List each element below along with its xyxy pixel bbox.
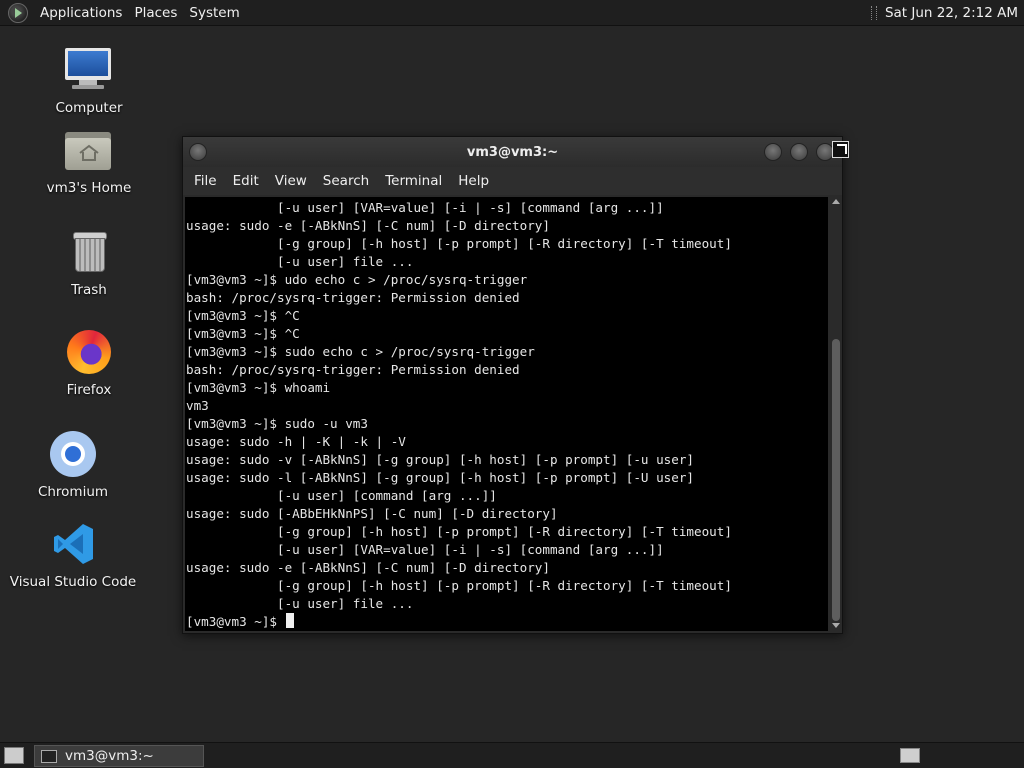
terminal-line: [vm3@vm3 ~]$ sudo echo c > /proc/sysrq-t… [186, 344, 535, 359]
terminal-line: [-u user] [VAR=value] [-i | -s] [command… [186, 542, 664, 557]
vscode-icon [47, 518, 99, 570]
desktop-icon-firefox[interactable]: Firefox [24, 326, 154, 398]
desktop-icon-label: Chromium [37, 484, 109, 500]
menu-applications[interactable]: Applications [34, 5, 128, 21]
terminal-line: [-g group] [-h host] [-p prompt] [-R dir… [186, 524, 732, 539]
terminal-line: [vm3@vm3 ~]$ whoami [186, 380, 331, 395]
firefox-icon [63, 326, 115, 378]
terminal-line: [-u user] file ... [186, 254, 414, 269]
minimize-button[interactable] [764, 143, 782, 161]
desktop-icon-label: Visual Studio Code [9, 574, 137, 590]
trash-icon [63, 226, 115, 278]
window-menu-button[interactable] [189, 143, 207, 161]
top-panel: Applications Places System Sat Jun 22, 2… [0, 0, 1024, 26]
menu-view[interactable]: View [268, 173, 314, 189]
terminal-line: bash: /proc/sysrq-trigger: Permission de… [186, 362, 520, 377]
menu-edit[interactable]: Edit [226, 173, 266, 189]
workspace-switcher-icon[interactable] [900, 748, 920, 763]
terminal-icon [41, 749, 57, 763]
terminal-cursor [285, 613, 294, 628]
maximize-button[interactable] [790, 143, 808, 161]
window-titlebar[interactable]: vm3@vm3:~ [183, 137, 842, 167]
desktop-icon-label: vm3's Home [46, 180, 132, 196]
terminal-line: usage: sudo -v [-ABkNnS] [-g group] [-h … [186, 452, 694, 467]
terminal-line: usage: sudo -e [-ABkNnS] [-C num] [-D di… [186, 218, 550, 233]
terminal-output[interactable]: [-u user] [VAR=value] [-i | -s] [command… [185, 197, 828, 631]
desktop-icon-label: Computer [55, 100, 123, 116]
clock[interactable]: Sat Jun 22, 2:12 AM [885, 5, 1018, 21]
desktop-icon-label: Firefox [66, 382, 112, 398]
terminal-line: usage: sudo -e [-ABkNnS] [-C num] [-D di… [186, 560, 550, 575]
terminal-line: usage: sudo -l [-ABkNnS] [-g group] [-h … [186, 470, 694, 485]
terminal-line: [vm3@vm3 ~]$ ^C [186, 308, 300, 323]
scroll-down-arrow-icon[interactable] [832, 623, 840, 628]
taskbar-label: vm3@vm3:~ [65, 748, 154, 764]
terminal-line: [-g group] [-h host] [-p prompt] [-R dir… [186, 578, 732, 593]
menu-places[interactable]: Places [128, 5, 183, 21]
clock-area: Sat Jun 22, 2:12 AM [870, 5, 1018, 21]
menu-help[interactable]: Help [451, 173, 496, 189]
terminal-line: [-u user] file ... [186, 596, 414, 611]
terminal-menubar: File Edit View Search Terminal Help [183, 167, 842, 195]
desktop-icon-vscode[interactable]: Visual Studio Code [8, 518, 138, 590]
terminal-text: [-u user] [VAR=value] [-i | -s] [command… [185, 197, 828, 631]
terminal-line: [vm3@vm3 ~]$ ^C [186, 326, 300, 341]
window-title: vm3@vm3:~ [466, 144, 559, 160]
terminal-line: bash: /proc/sysrq-trigger: Permission de… [186, 290, 520, 305]
terminal-line: usage: sudo -h | -K | -k | -V [186, 434, 406, 449]
scrollbar-thumb[interactable] [832, 339, 840, 621]
menu-file[interactable]: File [187, 173, 224, 189]
desktop-icon-home[interactable]: vm3's Home [24, 124, 154, 196]
terminal-line: [-u user] [VAR=value] [-i | -s] [command… [186, 200, 664, 215]
home-folder-icon [63, 124, 115, 176]
desktop-icon-chromium[interactable]: Chromium [8, 428, 138, 500]
computer-icon [63, 44, 115, 96]
terminal-line: [-u user] [command [arg ...]] [186, 488, 497, 503]
terminal-prompt: [vm3@vm3 ~]$ [186, 614, 285, 629]
terminal-scrollbar[interactable] [830, 197, 842, 631]
menu-system[interactable]: System [183, 5, 245, 21]
terminal-line: [-g group] [-h host] [-p prompt] [-R dir… [186, 236, 732, 251]
scroll-up-arrow-icon[interactable] [832, 199, 840, 204]
terminal-line: [vm3@vm3 ~]$ udo echo c > /proc/sysrq-tr… [186, 272, 528, 287]
distro-logo-icon[interactable] [8, 2, 28, 23]
resize-cursor-icon [832, 141, 849, 158]
terminal-line: vm3 [186, 398, 209, 413]
menu-search[interactable]: Search [316, 173, 376, 189]
terminal-line: [vm3@vm3 ~]$ sudo -u vm3 [186, 416, 368, 431]
desktop-icon-trash[interactable]: Trash [24, 226, 154, 298]
chromium-icon [47, 428, 99, 480]
bottom-panel: vm3@vm3:~ [0, 742, 1024, 768]
terminal-window[interactable]: vm3@vm3:~ File Edit View Search Terminal… [182, 136, 843, 634]
panel-handle-icon [870, 5, 877, 20]
menu-terminal[interactable]: Terminal [378, 173, 449, 189]
show-desktop-icon[interactable] [4, 747, 24, 764]
terminal-line: usage: sudo [-ABbEHkNnPS] [-C num] [-D d… [186, 506, 558, 521]
taskbar-button-terminal[interactable]: vm3@vm3:~ [34, 745, 204, 767]
desktop-icon-label: Trash [71, 282, 107, 298]
desktop-icon-computer[interactable]: Computer [24, 44, 154, 116]
